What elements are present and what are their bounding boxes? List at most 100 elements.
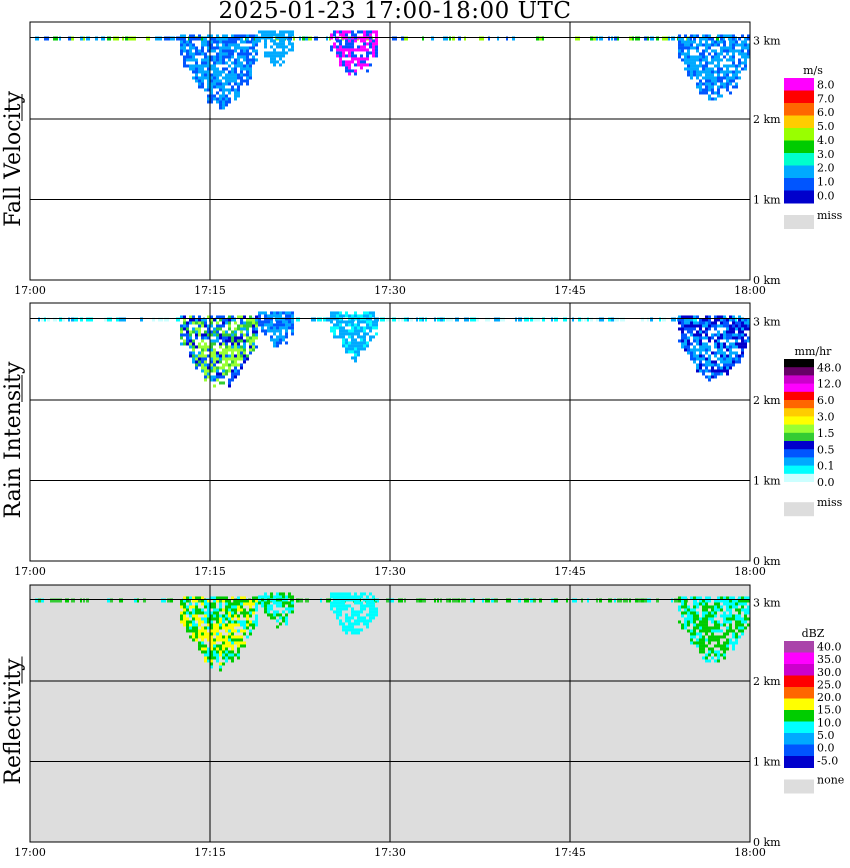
echo-cell <box>711 79 714 83</box>
echo-cell <box>345 42 348 46</box>
echo-cell <box>681 611 684 615</box>
echo-cell <box>195 611 198 615</box>
echo-cell <box>276 341 279 345</box>
echo-cell <box>192 608 195 612</box>
echo-cell <box>198 641 201 645</box>
echo-cell <box>234 611 237 615</box>
echo-cell <box>351 335 354 339</box>
echo-cell <box>354 592 357 596</box>
echo-cell <box>234 641 237 645</box>
echo-cell <box>237 52 240 56</box>
echo-cell <box>717 324 720 328</box>
echo-cell <box>336 326 339 330</box>
echo-cell <box>228 91 231 95</box>
echo-cell <box>255 345 258 349</box>
echo-cell <box>729 342 732 346</box>
echo-cell <box>690 617 693 621</box>
echo-cell <box>372 335 375 339</box>
echo-cell <box>183 339 186 343</box>
echo-cell <box>696 324 699 328</box>
echo-cell <box>360 347 363 351</box>
legend-missing-label: miss <box>817 496 843 509</box>
echo-cell <box>216 61 219 65</box>
echo-cell <box>264 320 267 324</box>
echo-cell <box>264 604 267 608</box>
echo-cell <box>276 595 279 599</box>
echo-cell <box>228 333 231 337</box>
echo-cell <box>705 40 708 44</box>
echo-cell <box>717 70 720 74</box>
echo-cell <box>375 610 378 614</box>
echo-cell <box>180 330 183 334</box>
echo-cell <box>231 339 234 343</box>
echo-cell <box>699 73 702 77</box>
echo-cell <box>345 63 348 67</box>
echo-cell <box>360 54 363 58</box>
echo-cell <box>717 659 720 663</box>
echo-cell <box>204 52 207 56</box>
echo-cell <box>354 311 357 315</box>
echo-cell <box>363 616 366 620</box>
echo-cell <box>234 49 237 53</box>
echo-cell <box>354 356 357 360</box>
echo-cell <box>270 320 273 324</box>
echo-cell <box>696 85 699 89</box>
echo-cell <box>267 30 270 34</box>
echo-cell <box>279 592 282 596</box>
echo-cell <box>213 76 216 80</box>
echo-cell <box>240 336 243 340</box>
echo-cell <box>249 608 252 612</box>
echo-cell <box>231 378 234 382</box>
echo-cell <box>720 644 723 648</box>
echo-cell <box>690 330 693 334</box>
echo-cell <box>741 67 744 71</box>
echo-cell <box>684 605 687 609</box>
echo-cell <box>267 607 270 611</box>
echo-cell <box>348 604 351 608</box>
echo-cell <box>201 339 204 343</box>
legend-swatch <box>784 78 814 91</box>
echo-cell <box>696 617 699 621</box>
panel-2: 17:00 17:15 17:30 17:45 18:000 km1 km2 km3 k… <box>1 302 843 578</box>
echo-cell <box>744 40 747 44</box>
echo-cell <box>366 48 369 52</box>
echo-cell <box>714 626 717 630</box>
echo-cell <box>225 94 228 98</box>
echo-cell <box>708 327 711 331</box>
chart-svg: 17:00 17:15 17:30 17:45 18:000 km1 km2 km3 k… <box>1 21 844 859</box>
echo-cell <box>333 335 336 339</box>
echo-cell <box>249 46 252 50</box>
echo-cell <box>183 614 186 618</box>
echo-cell <box>192 638 195 642</box>
echo-cell <box>279 338 282 342</box>
echo-cell <box>702 650 705 654</box>
echo-cell <box>186 608 189 612</box>
echo-cell <box>741 336 744 340</box>
echo-cell <box>723 85 726 89</box>
echo-cell <box>192 348 195 352</box>
echo-cell <box>735 342 738 346</box>
echo-cell <box>189 52 192 56</box>
echo-cell <box>369 323 372 327</box>
echo-cell <box>711 351 714 355</box>
echo-cell <box>228 76 231 80</box>
echo-cell <box>729 336 732 340</box>
echo-cell <box>714 653 717 657</box>
echo-cell <box>213 363 216 367</box>
echo-cell <box>273 54 276 58</box>
echo-cell <box>702 82 705 86</box>
echo-cell <box>216 333 219 337</box>
echo-cell <box>744 58 747 62</box>
echo-cell <box>201 602 204 606</box>
legend-swatch <box>784 375 814 385</box>
echo-cell <box>243 67 246 71</box>
echo-cell <box>213 647 216 651</box>
legend-swatch <box>784 652 814 665</box>
echo-cell <box>678 608 681 612</box>
echo-cell <box>684 623 687 627</box>
echo-cell <box>363 33 366 37</box>
echo-cell <box>237 653 240 657</box>
echo-cell <box>180 46 183 50</box>
echo-cell <box>291 314 294 318</box>
echo-cell <box>741 623 744 627</box>
